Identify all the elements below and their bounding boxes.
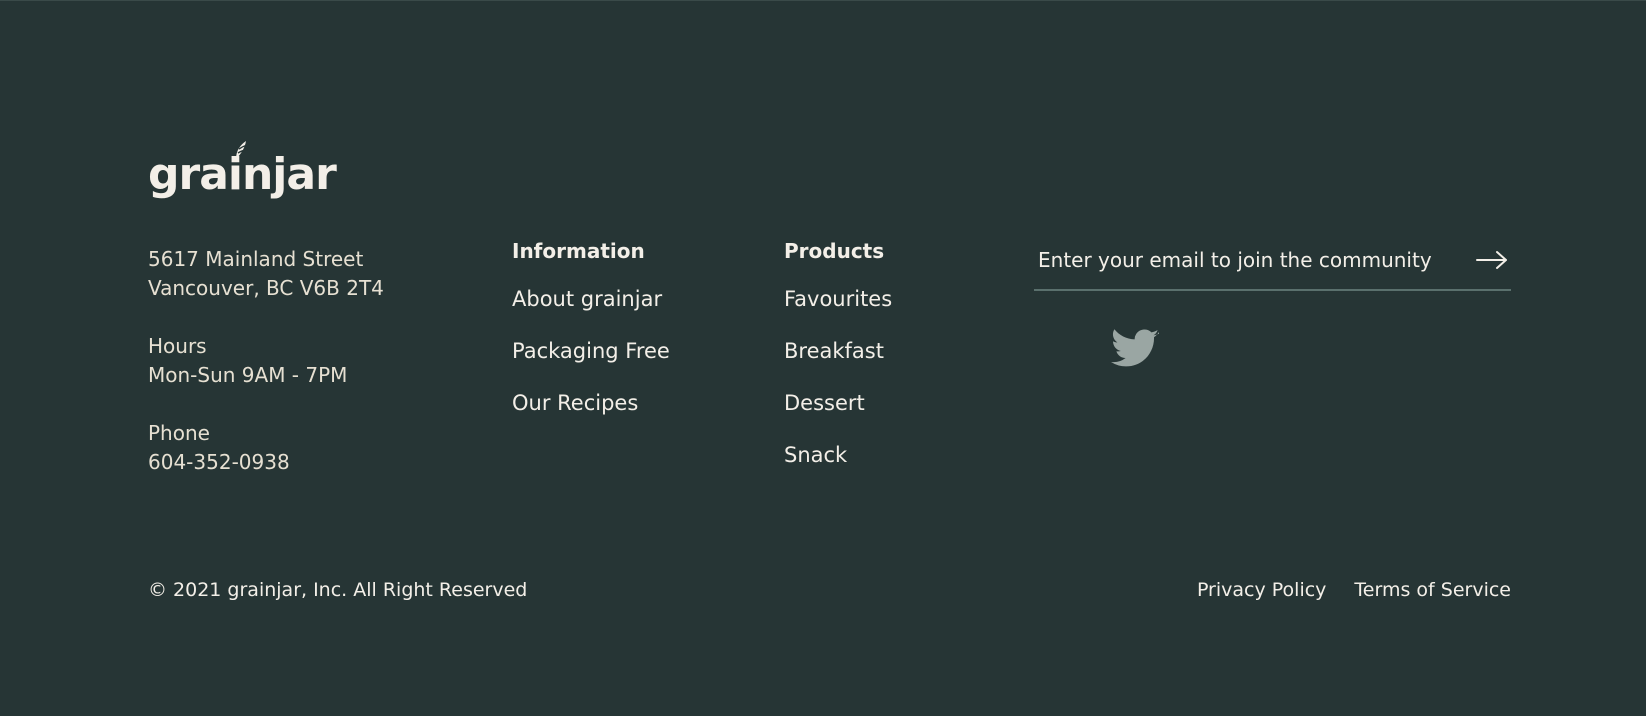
phone-label: Phone — [148, 421, 210, 445]
phone-block: Phone 604-352-0938 — [148, 419, 384, 477]
hours-value: Mon-Sun 9AM - 7PM — [148, 363, 348, 387]
hours-label: Hours — [148, 334, 207, 358]
wheat-leaf-icon — [236, 141, 249, 159]
site-footer: grainjar 5617 Mainland Street Vancouver,… — [0, 0, 1646, 716]
information-column: Information About grainjar Packaging Fre… — [512, 236, 670, 442]
legal-links: Privacy Policy Terms of Service — [1197, 579, 1511, 601]
link-breakfast[interactable]: Breakfast — [784, 338, 892, 390]
link-favourites[interactable]: Favourites — [784, 286, 892, 338]
phone-value[interactable]: 604-352-0938 — [148, 448, 384, 477]
products-column: Products Favourites Breakfast Dessert Sn… — [784, 236, 892, 494]
privacy-policy-link[interactable]: Privacy Policy — [1197, 579, 1326, 601]
contact-info: 5617 Mainland Street Vancouver, BC V6B 2… — [148, 245, 384, 506]
arrow-right-icon[interactable] — [1475, 249, 1509, 271]
email-input[interactable] — [1034, 248, 1454, 272]
link-our-recipes[interactable]: Our Recipes — [512, 390, 670, 442]
brand-logo[interactable]: grainjar — [148, 141, 337, 197]
copyright-text: © 2021 grainjar, Inc. All Right Reserved — [148, 579, 528, 601]
address-line-2: Vancouver, BC V6B 2T4 — [148, 276, 384, 300]
twitter-icon[interactable] — [1111, 329, 1159, 369]
link-about-grainjar[interactable]: About grainjar — [512, 286, 670, 338]
hours-block: Hours Mon-Sun 9AM - 7PM — [148, 332, 384, 390]
address-line-1: 5617 Mainland Street — [148, 247, 364, 271]
products-heading: Products — [784, 239, 885, 263]
terms-of-service-link[interactable]: Terms of Service — [1354, 579, 1511, 601]
information-heading: Information — [512, 239, 645, 263]
newsletter-form — [1034, 231, 1511, 291]
link-dessert[interactable]: Dessert — [784, 390, 892, 442]
link-snack[interactable]: Snack — [784, 442, 892, 494]
link-packaging-free[interactable]: Packaging Free — [512, 338, 670, 390]
address-block: 5617 Mainland Street Vancouver, BC V6B 2… — [148, 245, 384, 303]
